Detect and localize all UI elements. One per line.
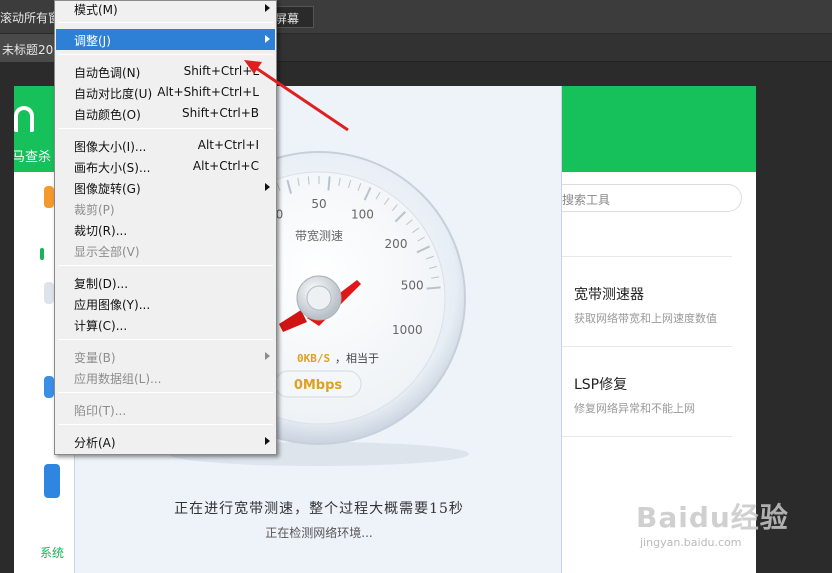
submenu-arrow-icon [265,183,270,191]
menu-item-auto-tone[interactable]: 自动色调(N) Shift+Ctrl+L [56,61,275,82]
status-title: 正在进行宽带测速，整个过程大概需要15秒 [174,501,464,517]
shield-tool-icon [44,376,54,398]
image-menu-dropdown: 模式(M) 调整(J) 自动色调(N) Shift+Ctrl+L 自动对比度(U)… [54,0,277,455]
mbps-value: 0Mbps [294,378,343,393]
gauge-label: 带宽测速 [295,228,343,243]
menu-item-apply-image[interactable]: 应用图像(Y)... [56,293,275,314]
tool-search-placeholder: 搜索工具 [562,193,611,207]
status-subtitle: 正在检测网络环境... [265,526,373,540]
menu-item-calculations[interactable]: 计算(C)... [56,314,275,335]
gauge-hub-cap [306,285,332,311]
tool-desc: 修复网络异常和不能上网 [574,402,695,415]
gray-tool-icon [44,282,54,304]
section-marker-icon [40,248,44,260]
menu-item-analysis[interactable]: 分析(A) [56,431,275,452]
menu-item-variables[interactable]: 变量(B) [56,346,275,367]
watermark-url: jingyan.baidu.com [640,536,742,549]
menu-separator [58,265,273,266]
app-logo-icon [14,106,34,132]
menu-item-image-size[interactable]: 图像大小(I)... Alt+Ctrl+I [56,135,275,156]
document-tab[interactable]: 未标题20200331 [0,34,60,62]
submenu-arrow-icon [265,35,270,43]
gauge-tick-label: 500 [401,279,424,293]
menu-item-reveal-all[interactable]: 显示全部(V) [56,240,275,261]
gauge-tick [307,176,310,185]
menu-item-image-rotation[interactable]: 图像旋转(G) [56,177,275,198]
right-header [562,86,756,172]
network-tool-icon [44,464,60,498]
tool-item-lsp-repair[interactable]: LSP修复 修复网络异常和不能上网 [562,374,732,416]
submenu-arrow-icon [265,437,270,445]
section-label-system: 系统 [40,546,65,560]
tool-divider [562,436,732,437]
tool-divider [562,346,732,347]
menu-separator [58,54,273,55]
gauge-tick [327,176,331,191]
rate-suffix: ，相当于 [335,351,379,365]
gauge-tick-label: 100 [351,208,374,222]
orange-tool-icon [44,186,54,208]
menu-separator [58,424,273,425]
menu-item-mode[interactable]: 模式(M) [56,0,275,19]
menu-item-adjustments[interactable]: 调整(J) [56,29,275,50]
tool-title: 宽带测速器 [574,287,644,303]
scroll-all-windows-label[interactable]: 滚动所有窗 [0,9,60,26]
submenu-arrow-icon [265,352,270,360]
gauge-tick-label: 1000 [392,323,423,337]
rate-value: 0KB/S [297,352,330,365]
menu-item-auto-color[interactable]: 自动颜色(O) Shift+Ctrl+B [56,103,275,124]
tool-title: LSP修复 [574,377,628,393]
submenu-arrow-icon [265,4,270,12]
tool-item-speed-test[interactable]: 宽带测速器 获取网络带宽和上网速度数值 [562,284,732,326]
menu-separator [58,128,273,129]
gauge-tick [426,286,441,290]
menu-separator [58,339,273,340]
menu-item-canvas-size[interactable]: 画布大小(S)... Alt+Ctrl+C [56,156,275,177]
menu-separator [58,392,273,393]
baidu-watermark: Baidu经验 jingyan.baidu.com [636,492,796,552]
tool-search-input[interactable]: 搜索工具 [562,184,742,212]
menu-item-duplicate[interactable]: 复制(D)... [56,272,275,293]
gauge-tick-label: 200 [385,237,408,251]
watermark-brand: Baidu经验 [636,501,789,534]
menu-item-trim[interactable]: 裁切(R)... [56,219,275,240]
menu-item-auto-contrast[interactable]: 自动对比度(U) Alt+Shift+Ctrl+L [56,82,275,103]
left-header-label: 马查杀 [14,150,52,165]
menu-item-trap[interactable]: 陷印(T)... [56,399,275,420]
menu-item-crop[interactable]: 裁剪(P) [56,198,275,219]
tool-desc: 获取网络带宽和上网速度数值 [574,312,717,325]
gauge-tick-label: 50 [311,197,326,211]
menu-item-apply-data-set[interactable]: 应用数据组(L)... [56,367,275,388]
tool-divider [562,256,732,257]
menu-separator [58,22,273,23]
